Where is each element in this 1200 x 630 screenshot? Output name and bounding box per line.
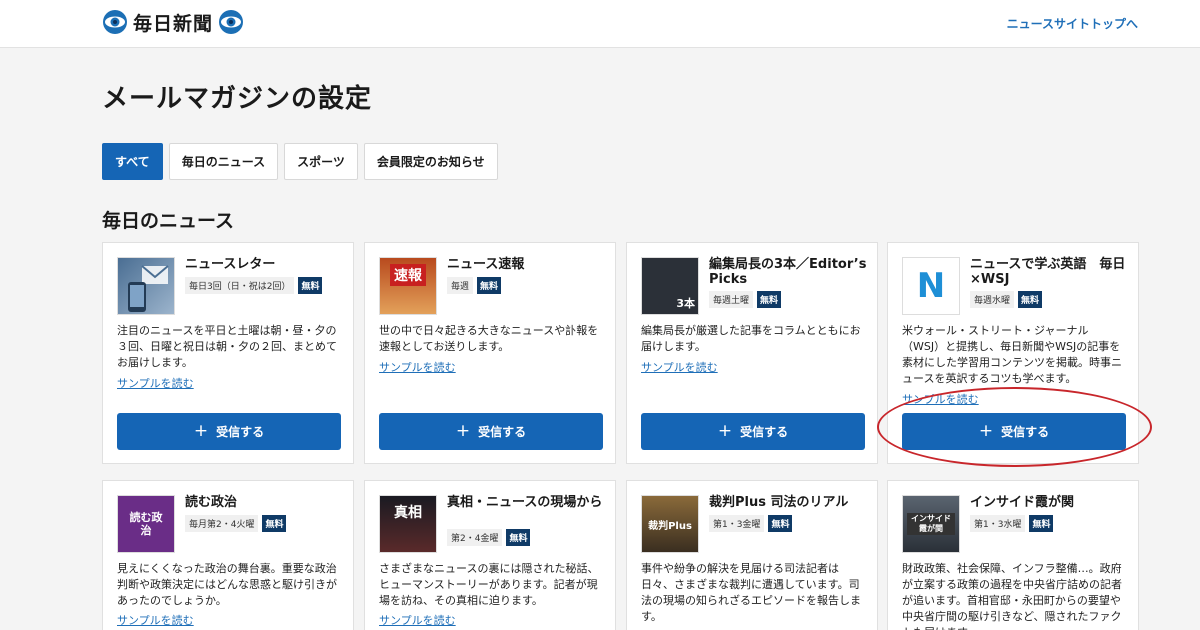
- card-title: 編集局長の3本／Editor’s Picks: [709, 257, 867, 287]
- free-badge: 無料: [262, 515, 287, 532]
- thumbnail-text: 裁判Plus: [648, 520, 692, 532]
- logo-eye-right-icon: [219, 10, 244, 34]
- filter-tabs: すべて 毎日のニュース スポーツ 会員限定のお知らせ: [102, 143, 498, 180]
- section-title: 毎日のニュース: [102, 210, 235, 232]
- newsletter-thumbnail: [117, 257, 175, 315]
- politics-thumbnail: 読む政治: [117, 495, 175, 553]
- thumbnail-text: 3本: [676, 297, 695, 310]
- sample-link[interactable]: サンプルを読む: [117, 612, 194, 628]
- inside-kasumigaseki-card: インサイド霞が関 インサイド霞が関 第1・3水曜 無料 財政政策、社会保障、イン…: [887, 480, 1139, 630]
- thumbnail-text: N: [916, 266, 946, 306]
- truth-news-thumbnail: 真相: [379, 495, 437, 553]
- thumbnail-text: 速報: [390, 264, 426, 286]
- card-title: ニュースで学ぶ英語 毎日×WSJ: [970, 257, 1126, 287]
- frequency-label: 毎週: [447, 277, 474, 294]
- subscribe-button-label: 受信する: [740, 425, 789, 439]
- plus-icon: +: [193, 421, 209, 441]
- english-wsj-thumbnail: N: [902, 257, 960, 315]
- breaking-news-thumbnail: 速報: [379, 257, 437, 315]
- free-badge: 無料: [506, 529, 531, 546]
- sample-link[interactable]: サンプルを読む: [379, 612, 456, 628]
- subscribe-button[interactable]: + 受信する: [902, 413, 1126, 450]
- tab-all[interactable]: すべて: [102, 143, 163, 180]
- free-badge: 無料: [477, 277, 502, 294]
- inside-kasumigaseki-thumbnail: インサイド霞が関: [902, 495, 960, 553]
- editors-picks-thumbnail: 3本: [641, 257, 699, 315]
- logo[interactable]: 毎日新聞: [102, 8, 244, 36]
- plus-icon: +: [717, 421, 733, 441]
- frequency-label: 第2・4金曜: [447, 529, 503, 546]
- news-site-top-link[interactable]: ニュースサイトトップへ: [1007, 15, 1138, 32]
- truth-news-card: 真相 真相・ニュースの現場から 第2・4金曜 無料 さまざまなニュースの裏には隠…: [364, 480, 616, 630]
- court-plus-card: 裁判Plus 裁判Plus 司法のリアル 第1・3金曜 無料 事件や紛争の解決を…: [626, 480, 878, 630]
- english-wsj-card: N ニュースで学ぶ英語 毎日×WSJ 毎週水曜 無料 米ウォール・ストリート・ジ…: [887, 242, 1139, 464]
- newsletter-card: ニュースレター 毎日3回（日・祝は2回） 無料 注目のニュースを平日と土曜は朝・…: [102, 242, 354, 464]
- frequency-label: 毎日3回（日・祝は2回）: [185, 277, 295, 294]
- free-badge: 無料: [1018, 291, 1043, 308]
- frequency-label: 毎週土曜: [709, 291, 754, 308]
- tab-sports[interactable]: スポーツ: [284, 143, 358, 180]
- card-title: 真相・ニュースの現場から: [447, 495, 603, 510]
- tab-member-notices[interactable]: 会員限定のお知らせ: [363, 143, 498, 180]
- logo-eye-left-icon: [103, 10, 127, 34]
- thumbnail-text: 読む政治: [129, 511, 163, 537]
- thumbnail-text: インサイド霞が関: [907, 513, 955, 535]
- frequency-label: 毎週水曜: [970, 291, 1015, 308]
- card-title: 読む政治: [185, 495, 238, 510]
- mail-phone-icon: [128, 265, 169, 312]
- card-title: ニュースレター: [185, 257, 276, 272]
- frequency-label: 第1・3水曜: [970, 515, 1026, 532]
- free-badge: 無料: [757, 291, 782, 308]
- sample-link[interactable]: サンプルを読む: [117, 375, 194, 391]
- politics-card: 読む政治 読む政治 毎月第2・4火曜 無料 見えにくくなった政治の舞台裏。重要な…: [102, 480, 354, 630]
- subscribe-button-label: 受信する: [1001, 425, 1050, 439]
- page-title: メールマガジンの設定: [102, 84, 373, 114]
- frequency-label: 毎月第2・4火曜: [185, 515, 259, 532]
- card-description: 注目のニュースを平日と土曜は朝・昼・夕の３回、日曜と祝日は朝・夕の２回、まとめて…: [117, 324, 337, 369]
- subscribe-button-label: 受信する: [216, 425, 265, 439]
- subscribe-button[interactable]: + 受信する: [117, 413, 341, 450]
- logo-text: 毎日新聞: [133, 12, 214, 35]
- thumbnail-text: 真相: [394, 505, 422, 521]
- frequency-label: 第1・3金曜: [709, 515, 765, 532]
- card-description: 世の中で日々起きる大きなニュースや訃報を速報としてお送りします。: [379, 324, 599, 353]
- card-description: 編集局長が厳選した記事をコラムとともにお届けします。: [641, 324, 861, 353]
- tab-daily-news[interactable]: 毎日のニュース: [168, 143, 279, 180]
- sample-link[interactable]: サンプルを読む: [379, 359, 456, 375]
- card-description: さまざまなニュースの裏には隠された秘話、ヒューマンストーリーがあります。記者が現…: [379, 562, 599, 607]
- free-badge: 無料: [298, 277, 323, 294]
- sample-link[interactable]: サンプルを読む: [641, 359, 718, 375]
- plus-icon: +: [455, 421, 471, 441]
- free-badge: 無料: [1029, 515, 1054, 532]
- subscribe-button[interactable]: + 受信する: [379, 413, 603, 450]
- card-description: 見えにくくなった政治の舞台裏。重要な政治判断や政策決定にはどんな思惑と駆け引きが…: [117, 562, 337, 607]
- subscribe-button[interactable]: + 受信する: [641, 413, 865, 450]
- plus-icon: +: [978, 421, 994, 441]
- editors-picks-card: 3本 編集局長の3本／Editor’s Picks 毎週土曜 無料 編集局長が厳…: [626, 242, 878, 464]
- card-title: 裁判Plus 司法のリアル: [709, 495, 849, 510]
- card-description: 財政政策、社会保障、インフラ整備…。政府が立案する政策の過程を中央省庁詰めの記者…: [902, 562, 1122, 630]
- sample-link[interactable]: サンプルを読む: [902, 391, 979, 407]
- card-title: ニュース速報: [447, 257, 525, 272]
- card-description: 事件や紛争の解決を見届ける司法記者は日々、さまざまな裁判に遭遇しています。司法の…: [641, 562, 861, 623]
- card-title: インサイド霞が関: [970, 495, 1075, 510]
- card-description: 米ウォール・ストリート・ジャーナル（WSJ）と提携し、毎日新聞やWSJの記事を素…: [902, 324, 1122, 385]
- free-badge: 無料: [768, 515, 793, 532]
- court-plus-thumbnail: 裁判Plus: [641, 495, 699, 553]
- subscribe-button-label: 受信する: [478, 425, 527, 439]
- breaking-news-card: 速報 ニュース速報 毎週 無料 世の中で日々起きる大きなニュースや訃報を速報とし…: [364, 242, 616, 464]
- site-header: 毎日新聞 ニュースサイトトップへ: [0, 0, 1200, 48]
